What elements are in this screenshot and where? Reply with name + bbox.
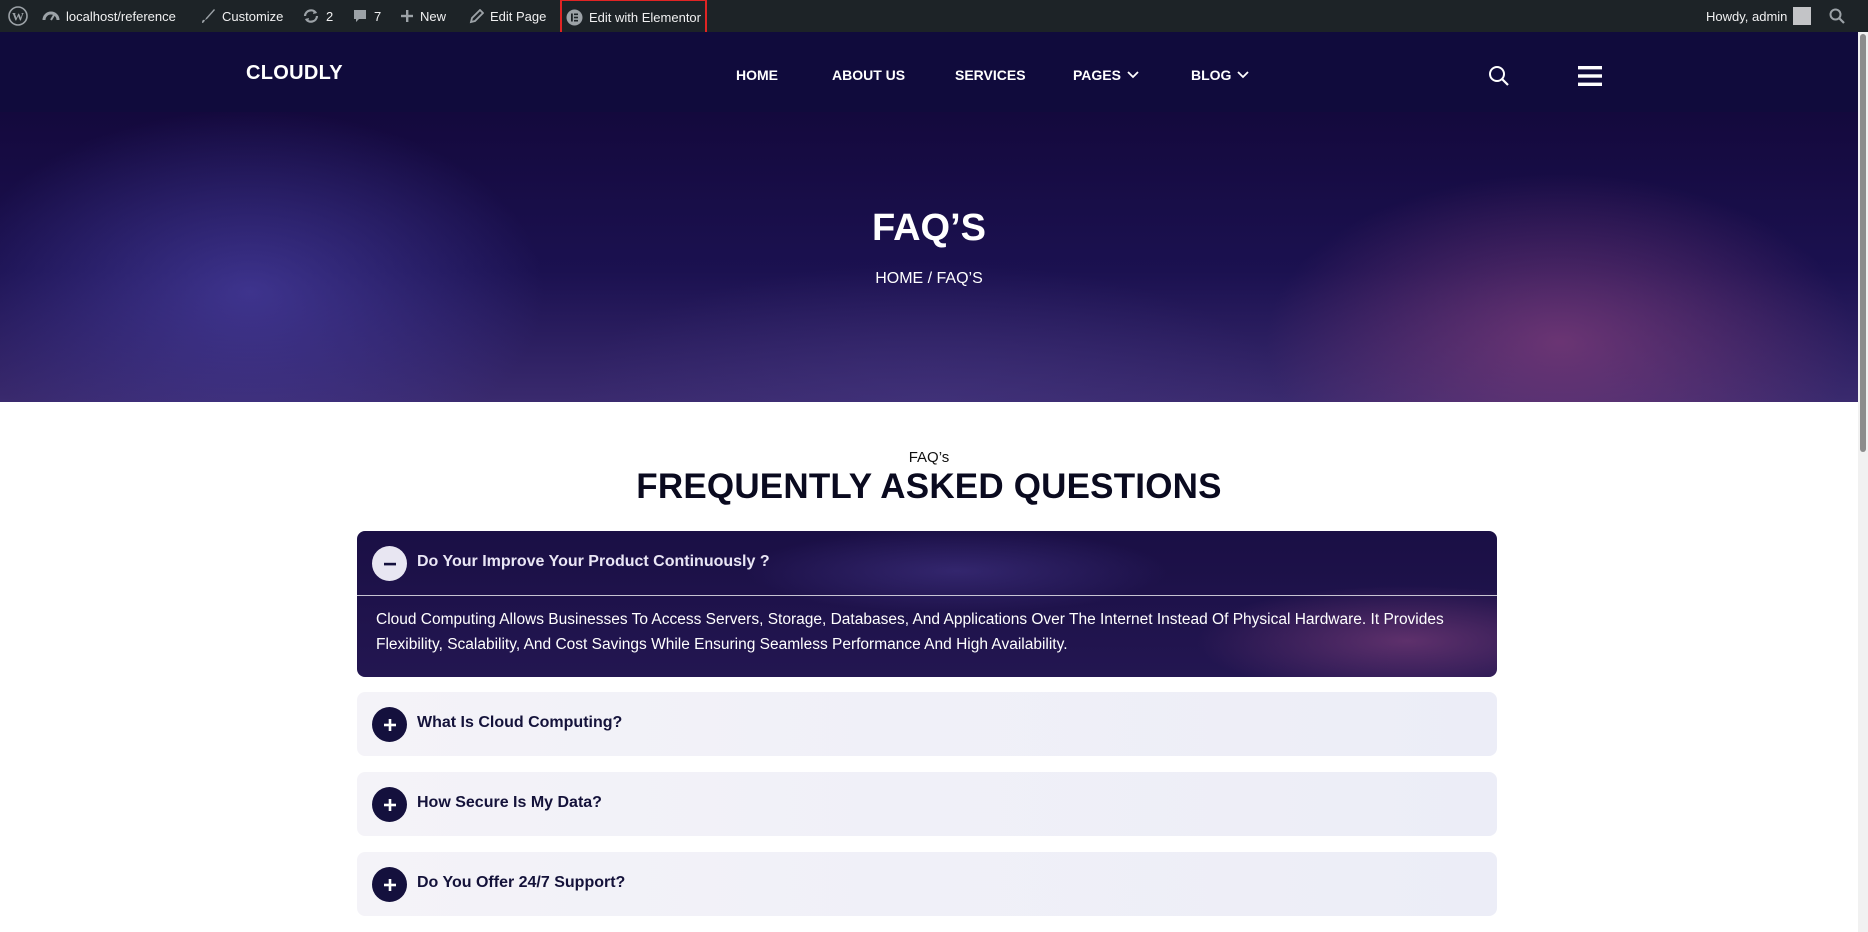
new-label: New <box>420 8 447 24</box>
faq-item[interactable]: How Secure Is My Data? <box>357 772 1497 836</box>
page-scrollbar[interactable] <box>1858 32 1868 932</box>
faq-question: What Is Cloud Computing? <box>417 714 623 731</box>
scrollbar-thumb[interactable] <box>1860 34 1866 452</box>
pencil-icon <box>469 8 484 23</box>
edit-page-link[interactable]: Edit Page <box>469 0 546 32</box>
svg-text:W: W <box>12 10 24 24</box>
admin-search-icon[interactable] <box>1829 0 1845 32</box>
hamburger-menu-icon[interactable] <box>1578 66 1602 91</box>
plus-icon[interactable] <box>372 707 407 742</box>
faq-subtitle: FAQ’s <box>908 449 950 466</box>
comments-count: 7 <box>374 8 382 24</box>
updates-link[interactable]: 2 <box>302 0 333 32</box>
nav-services[interactable]: SERVICES <box>955 67 1026 83</box>
nav-home[interactable]: HOME <box>736 67 778 83</box>
site-name-link[interactable]: localhost/reference <box>42 0 176 32</box>
minus-icon[interactable] <box>372 546 407 581</box>
breadcrumb: HOME / FAQ’S <box>875 270 983 287</box>
elementor-icon <box>566 9 583 25</box>
comment-icon <box>354 10 366 22</box>
nav-home-label: HOME <box>736 67 778 83</box>
my-account-link[interactable]: Howdy, admin <box>1706 0 1812 32</box>
faq-item-header[interactable]: Do Your Improve Your Product Continuousl… <box>357 531 1497 596</box>
nav-pages[interactable]: PAGES <box>1073 67 1139 83</box>
edit-elementor-label: Edit with Elementor <box>589 9 701 25</box>
site-header: CLOUDLY HOME ABOUT US SERVICES PAGES BLO… <box>0 32 1858 112</box>
updates-icon <box>303 9 319 23</box>
customize-label: Customize <box>222 8 284 24</box>
faq-item[interactable]: What Is Cloud Computing? <box>357 692 1497 756</box>
new-content-link[interactable]: New <box>400 0 446 32</box>
nav-pages-label: PAGES <box>1073 67 1121 83</box>
nav-about-label: ABOUT US <box>832 67 906 83</box>
avatar <box>1793 7 1812 25</box>
nav-blog[interactable]: BLOG <box>1191 67 1250 83</box>
comments-link[interactable]: 7 <box>352 0 381 32</box>
faq-answer: Cloud Computing Allows Businesses To Acc… <box>376 611 1444 653</box>
header-search-icon[interactable] <box>1488 65 1510 92</box>
edit-page-label: Edit Page <box>490 8 547 24</box>
faq-heading: FREQUENTLY ASKED QUESTIONS <box>636 467 1222 506</box>
faq-question: How Secure Is My Data? <box>417 794 602 811</box>
dashboard-icon <box>42 11 60 21</box>
nav-about-us[interactable]: ABOUT US <box>832 67 905 83</box>
site-name-label: localhost/reference <box>66 8 176 24</box>
faq-item[interactable]: Do You Offer 24/7 Support? <box>357 852 1497 916</box>
brush-icon <box>202 9 215 23</box>
plus-icon[interactable] <box>372 867 407 902</box>
faq-question: Do You Offer 24/7 Support? <box>417 874 626 891</box>
page-hero: FAQ’S HOME / FAQ’S <box>0 112 1858 402</box>
updates-count: 2 <box>326 8 334 24</box>
greeting-label: Howdy, admin <box>1706 8 1788 24</box>
admin-bar: W localhost/reference Customize 2 7 New … <box>0 0 1868 35</box>
nav-services-label: SERVICES <box>955 67 1026 83</box>
chevron-down-icon <box>1127 71 1139 79</box>
plus-icon[interactable] <box>372 787 407 822</box>
page-title: FAQ’S <box>871 207 987 249</box>
chevron-down-icon <box>1237 71 1250 79</box>
site-logo[interactable]: CLOUDLY <box>246 62 343 85</box>
plus-icon <box>401 10 413 22</box>
nav-blog-label: BLOG <box>1191 67 1232 83</box>
wordpress-logo-icon[interactable]: W <box>8 0 28 32</box>
faq-item-expanded: Do Your Improve Your Product Continuousl… <box>357 531 1497 677</box>
edit-with-elementor-link[interactable]: Edit with Elementor <box>560 0 707 35</box>
customize-link[interactable]: Customize <box>200 0 283 32</box>
faq-question: Do Your Improve Your Product Continuousl… <box>417 553 770 570</box>
